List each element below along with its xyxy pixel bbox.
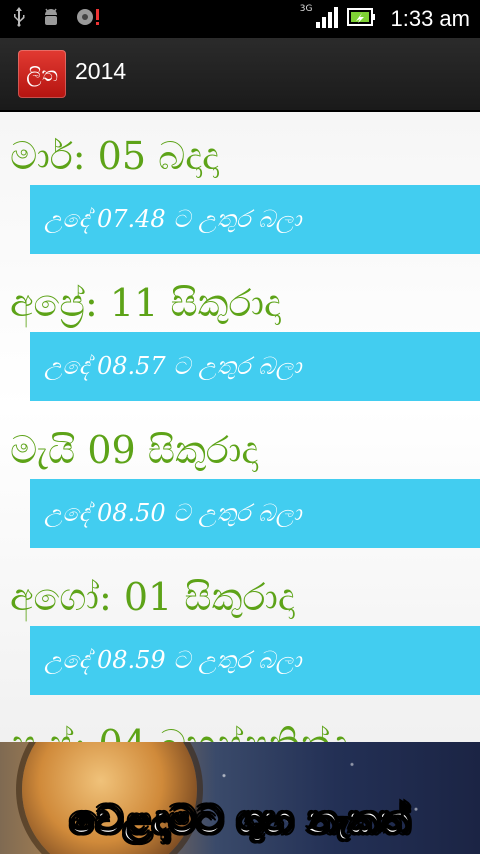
battery-icon	[346, 7, 377, 31]
status-right-icons: 3G 1:33 am	[300, 0, 470, 38]
list-item[interactable]: අප්‍රේ: 11 සිකුරාදා උදේ 08.57 ට උතුර බලා	[0, 259, 480, 406]
entry-time: උදේ 07.48 ට උතුර බලා	[30, 185, 480, 254]
entry-time: උදේ 08.50 ට උතුර බලා	[30, 479, 480, 548]
usb-icon	[12, 7, 26, 31]
status-clock: 1:33 am	[390, 6, 471, 31]
list-item[interactable]: මැයි 09 සිකුරාදා උදේ 08.50 ට උතුර බලා	[0, 406, 480, 553]
status-bar: 3G 1:33 am	[0, 0, 480, 38]
app-title: 2014	[75, 58, 127, 84]
signal-icon	[315, 6, 339, 32]
list-item[interactable]: අගෝ: 01 සිකුරාදා උදේ 08.59 ට උතුර බලා	[0, 553, 480, 700]
android-debug-icon	[40, 7, 62, 31]
list-item[interactable]: මාර්: 05 බදාදා උදේ 07.48 ට උතුර බලා	[0, 112, 480, 259]
banner-title: වෙළදාමට ශුභ නැකත්	[69, 798, 411, 843]
entry-date: අගෝ: 01 සිකුරාදා	[10, 575, 295, 619]
app-bar: ලිත 2014	[0, 38, 480, 112]
title-banner: වෙළදාමට ශුභ නැකත්	[0, 742, 480, 854]
entry-date: අප්‍රේ: 11 සිකුරාදා	[10, 281, 281, 325]
status-left-icons	[12, 7, 102, 31]
entry-time: උදේ 08.59 ට උතුර බලා	[30, 626, 480, 695]
entry-date: මාර්: 05 බදාදා	[10, 134, 220, 178]
entry-date: මැයි 09 සිකුරාදා	[10, 428, 259, 472]
network-type-label: 3G	[299, 4, 313, 14]
entry-time: උදේ 08.57 ට උතුර බලා	[30, 332, 480, 401]
app-icon[interactable]: ලිත	[18, 50, 66, 98]
notification-icon	[76, 7, 102, 31]
